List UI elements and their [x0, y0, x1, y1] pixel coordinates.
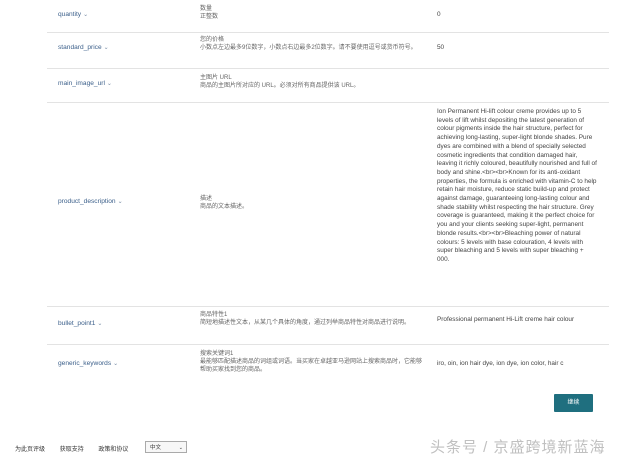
chevron-down-icon: ⌄: [97, 321, 103, 327]
field-name-label: main_image_url: [58, 80, 105, 87]
field-name-generic-keywords[interactable]: generic_keywords ⌄: [58, 360, 118, 367]
field-name-product-description[interactable]: product_description ⌄: [58, 198, 123, 205]
chevron-down-icon: ⌄: [117, 199, 123, 205]
chevron-down-icon: ⌄: [178, 445, 183, 451]
language-select-value: 中文: [150, 445, 162, 451]
field-name-label: bullet_point1: [58, 320, 96, 327]
field-description: 搜索关键词1 最能够匹配描述商品的词组或词语。当买家在卓越亚马逊网站上搜索商品时…: [200, 351, 423, 373]
table-row: product_description ⌄ 描述 商品的文本描述。 Ion Per…: [47, 102, 609, 307]
field-value[interactable]: 0: [437, 11, 597, 20]
policy-link[interactable]: 政策和协议: [98, 447, 128, 453]
table-row: bullet_point1 ⌄ 商品特性1 简短地描述性文本，从某几个具体的角度，…: [47, 306, 609, 345]
table-row: quantity ⌄ 数量 正整数 0: [47, 0, 609, 33]
language-select[interactable]: 中文 ⌄: [145, 441, 187, 453]
chevron-down-icon: ⌄: [106, 81, 112, 87]
field-name-bullet-point1[interactable]: bullet_point1 ⌄: [58, 320, 102, 327]
support-link[interactable]: 获取支持: [60, 447, 84, 453]
field-name-label: standard_price: [58, 44, 102, 51]
field-value[interactable]: 50: [437, 44, 597, 53]
field-value[interactable]: Ion Permanent Hi-lift colour creme provi…: [437, 108, 597, 265]
field-description: 数量 正整数: [200, 6, 219, 20]
watermark: 头条号 / 京盛跨境新蓝海: [430, 439, 606, 456]
field-value[interactable]: iro, oin, ion hair dye, ion dye, ion col…: [437, 360, 597, 369]
chevron-down-icon: ⌄: [103, 45, 109, 51]
field-value[interactable]: Professional permanent Hi-Lift creme hai…: [437, 316, 597, 325]
table-row: main_image_url ⌄ 主图片 URL 商品的主图片所对应的 URL。必…: [47, 68, 609, 103]
field-description: 主图片 URL 商品的主图片所对应的 URL。必须对所有商品提供该 URL。: [200, 75, 360, 89]
table-row: generic_keywords ⌄ 搜索关键词1 最能够匹配描述商品的词组或词语…: [47, 344, 609, 382]
continue-button[interactable]: 继续: [554, 394, 593, 412]
field-name-label: generic_keywords: [58, 360, 112, 367]
field-description: 您的价格 小数点左边最多9位数字，小数点右边最多2位数字。请不要使用逗号或货币符…: [200, 37, 417, 51]
chevron-down-icon: ⌄: [83, 12, 89, 18]
field-description: 商品特性1 简短地描述性文本，从某几个具体的角度，通过列举商品特性对商品进行说明…: [200, 312, 411, 326]
field-name-label: product_description: [58, 198, 116, 205]
chevron-down-icon: ⌄: [113, 361, 119, 367]
field-description: 描述 商品的文本描述。: [200, 196, 249, 210]
footer: 为此页评级 获取支持 政策和协议: [15, 444, 141, 453]
field-name-quantity[interactable]: quantity ⌄: [58, 11, 88, 18]
field-name-label: quantity: [58, 11, 82, 18]
table-row: standard_price ⌄ 您的价格 小数点左边最多9位数字，小数点右边最多…: [47, 32, 609, 69]
field-name-standard-price[interactable]: standard_price ⌄: [58, 44, 109, 51]
feedback-link[interactable]: 为此页评级: [15, 447, 45, 453]
field-name-main-image-url[interactable]: main_image_url ⌄: [58, 80, 112, 87]
